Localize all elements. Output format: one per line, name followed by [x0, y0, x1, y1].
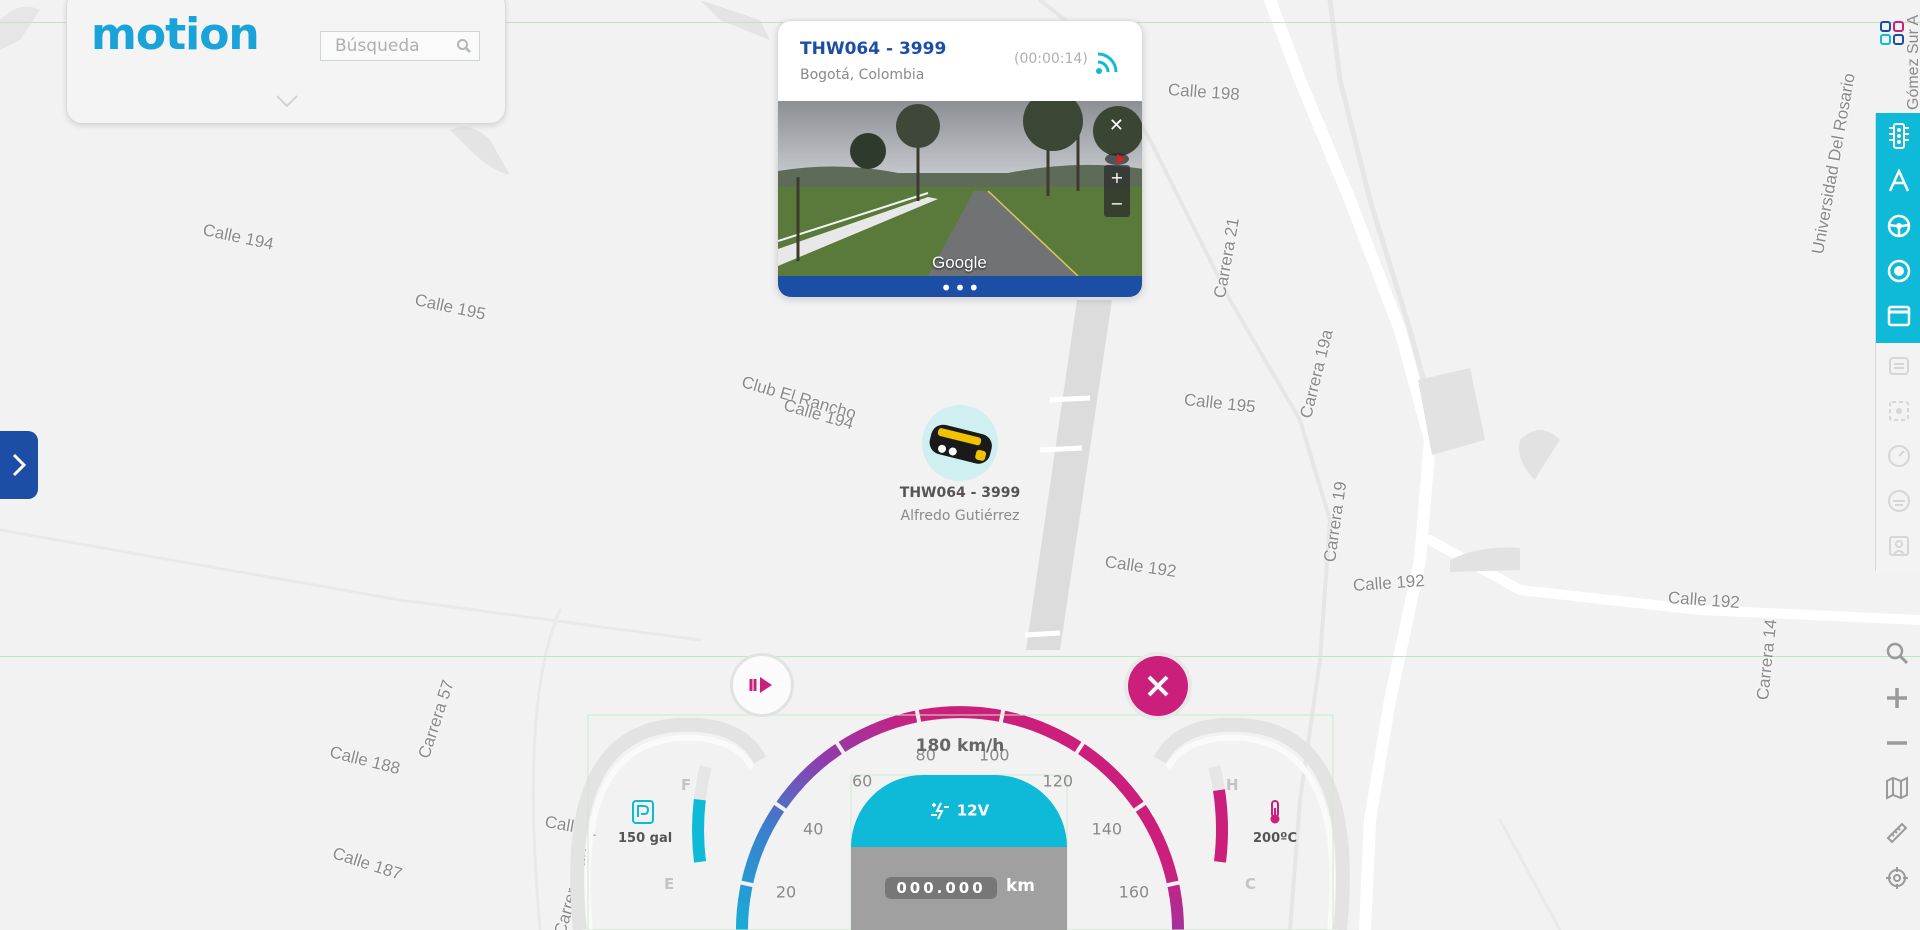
fast-forward-icon — [749, 677, 772, 693]
odometer: 000.000 km — [851, 847, 1067, 930]
charging-icon — [930, 802, 949, 820]
temp-hot-label: H — [1226, 776, 1239, 794]
temp-level-label: 200ºC — [1253, 831, 1298, 846]
speed-tick-label: 140 — [1091, 819, 1123, 839]
battery-voltage: 12V — [851, 801, 1067, 821]
speed-tick-label: 20 — [775, 882, 797, 902]
speed-tick-label: 160 — [1118, 882, 1150, 902]
temp-cold-label: C — [1245, 875, 1257, 893]
fuel-level-label: 150 gal — [618, 831, 673, 846]
fuel-full-label: F — [681, 776, 692, 794]
fuel-empty-label: E — [664, 875, 675, 893]
speed-tick-label: 40 — [803, 819, 824, 839]
odometer-unit: km — [1006, 876, 1036, 896]
map-app: Calle 198 Calle 194 Calle 195 Club El Ra… — [0, 0, 1920, 930]
close-dashboard-button[interactable] — [1128, 656, 1188, 716]
speed-tick-label: 120 — [1042, 771, 1074, 791]
speed-dashboard: 020406080100120140160180 180 km/h 12V 00… — [0, 0, 1920, 930]
close-icon — [1147, 675, 1169, 697]
fuel-icon — [628, 797, 658, 827]
voltage-value: 12V — [956, 801, 990, 820]
odometer-value: 000.000 — [885, 877, 997, 899]
max-speed-label: 180 km/h — [915, 736, 1005, 756]
speed-tick-label: 60 — [851, 771, 873, 791]
playback-button[interactable] — [733, 656, 791, 714]
thermometer-icon — [1260, 797, 1290, 827]
